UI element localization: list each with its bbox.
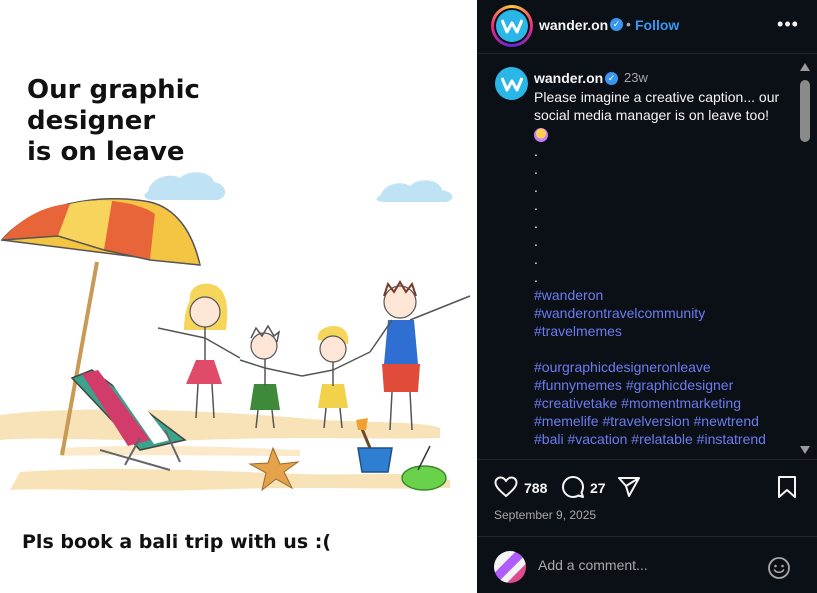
heart-icon[interactable]	[494, 476, 518, 498]
caption-line-1: Please imagine a creative caption... our	[534, 89, 780, 105]
bookmark-icon[interactable]	[777, 475, 797, 499]
scroll-thumb[interactable]	[800, 80, 810, 142]
caption-text: Please imagine a creative caption... our…	[534, 88, 794, 448]
coconut-drink	[401, 445, 447, 491]
caption-verified-badge-icon: ✓	[605, 72, 618, 85]
post-actions: 788 27 September 9, 2025	[477, 461, 817, 535]
caption-dot: .	[534, 269, 538, 285]
post-side-panel: wander.on ✓ • Follow ••• wander.on ✓ 23w…	[477, 0, 817, 593]
hashtag-line[interactable]: #memelife #travelversion #newtrend	[534, 412, 794, 430]
hashtag-line[interactable]: #wanderontravelcommunity	[534, 304, 794, 322]
caption-dot: .	[534, 197, 538, 213]
comment-count[interactable]: 27	[590, 480, 606, 496]
caption-avatar[interactable]	[495, 67, 528, 100]
hashtag-line[interactable]: #ourgraphicdesigneronleave	[534, 358, 794, 376]
more-options-icon[interactable]: •••	[776, 12, 800, 36]
hashtag-line[interactable]: #funnymemes #graphicdesigner	[534, 376, 794, 394]
family-mom	[157, 283, 241, 419]
verified-badge-icon: ✓	[610, 18, 623, 31]
comment-input[interactable]	[538, 557, 758, 573]
caption-line-2: social media manager is on leave too!	[534, 107, 770, 123]
caption-area[interactable]: wander.on ✓ 23w Please imagine a creativ…	[477, 55, 817, 460]
comment-row	[477, 536, 817, 593]
caption-dot: .	[534, 233, 538, 249]
post-header: wander.on ✓ • Follow •••	[477, 0, 817, 54]
like-count[interactable]: 788	[524, 480, 547, 496]
caption-dot: .	[534, 179, 538, 195]
smiling-face-emoji-icon	[534, 128, 548, 143]
caption-time[interactable]: 23w	[624, 70, 648, 85]
caption-dots: . . . . . . . .	[534, 142, 794, 286]
hashtag-line[interactable]: #bali #vacation #relatable #instatrend	[534, 430, 794, 448]
hashtag-line[interactable]: #wanderon	[534, 286, 794, 304]
beach-drawing	[0, 172, 471, 492]
post-date[interactable]: September 9, 2025	[494, 508, 596, 522]
comment-icon[interactable]	[561, 475, 585, 499]
caption-scrollbar[interactable]	[799, 63, 811, 455]
caption-dot: .	[534, 143, 538, 159]
hashtag-gap	[534, 340, 794, 358]
wanderon-logo-icon	[496, 10, 528, 42]
user-avatar[interactable]	[494, 551, 526, 583]
header-username[interactable]: wander.on	[539, 17, 608, 33]
family-kid-girl	[301, 326, 371, 429]
caption-dot: .	[534, 161, 538, 177]
follow-button[interactable]: Follow	[635, 17, 679, 33]
share-icon[interactable]	[617, 476, 641, 498]
header-avatar[interactable]	[491, 5, 533, 47]
caption-hashtags: #wanderon #wanderontravelcommunity #trav…	[534, 286, 794, 448]
cloud-right	[376, 180, 453, 202]
caption-dot: .	[534, 215, 538, 231]
emoji-picker-icon[interactable]	[767, 556, 791, 580]
scroll-down-arrow-icon[interactable]	[800, 446, 810, 454]
post-footline: Pls book a bali trip with us :(	[22, 531, 332, 553]
post-image[interactable]: Our graphic designer is on leave Pls boo…	[0, 0, 477, 593]
caption-dot: .	[534, 251, 538, 267]
hashtag-line[interactable]: #travelmemes	[534, 322, 794, 340]
family-kid-boy	[239, 324, 303, 429]
wanderon-logo-icon	[500, 76, 523, 91]
family-dad	[369, 280, 471, 431]
cloud-left	[144, 172, 226, 200]
scroll-up-arrow-icon[interactable]	[800, 63, 810, 71]
hashtag-line[interactable]: #creativetake #momentmarketing	[534, 394, 794, 412]
caption-username[interactable]: wander.on	[534, 70, 603, 86]
header-separator: •	[626, 16, 631, 32]
